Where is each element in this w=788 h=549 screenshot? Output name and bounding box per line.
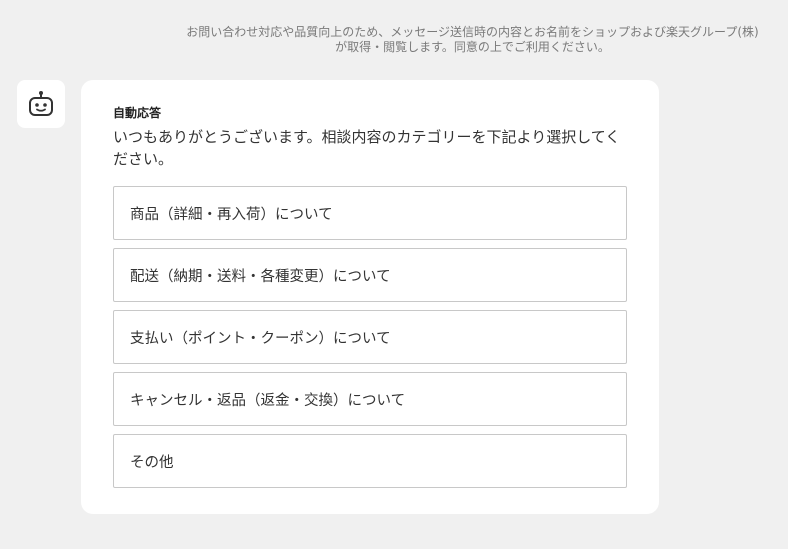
bot-avatar bbox=[17, 80, 65, 128]
privacy-notice-line-2: が取得・閲覧します。同意の上でご利用ください。 bbox=[335, 40, 610, 54]
option-shipping[interactable]: 配送（納期・送料・各種変更）について bbox=[113, 248, 627, 302]
option-other[interactable]: その他 bbox=[113, 434, 627, 488]
bot-message-text: いつもありがとうございます。相談内容のカテゴリーを下記より選択してください。 bbox=[113, 128, 621, 168]
robot-icon bbox=[29, 91, 53, 116]
option-payment[interactable]: 支払い（ポイント・クーポン）について bbox=[113, 310, 627, 364]
option-cancel-return[interactable]: キャンセル・返品（返金・交換）について bbox=[113, 372, 627, 426]
bot-message-bubble: 自動応答 いつもありがとうございます。相談内容のカテゴリーを下記より選択してくだ… bbox=[81, 80, 659, 514]
privacy-notice-line-1: お問い合わせ対応や品質向上のため、メッセージ送信時の内容とお名前をショップおよび… bbox=[186, 25, 759, 39]
sender-label: 自動応答 bbox=[113, 106, 162, 120]
privacy-notice: お問い合わせ対応や品質向上のため、メッセージ送信時の内容とお名前をショップおよび… bbox=[180, 25, 765, 55]
option-product[interactable]: 商品（詳細・再入荷）について bbox=[113, 186, 627, 240]
